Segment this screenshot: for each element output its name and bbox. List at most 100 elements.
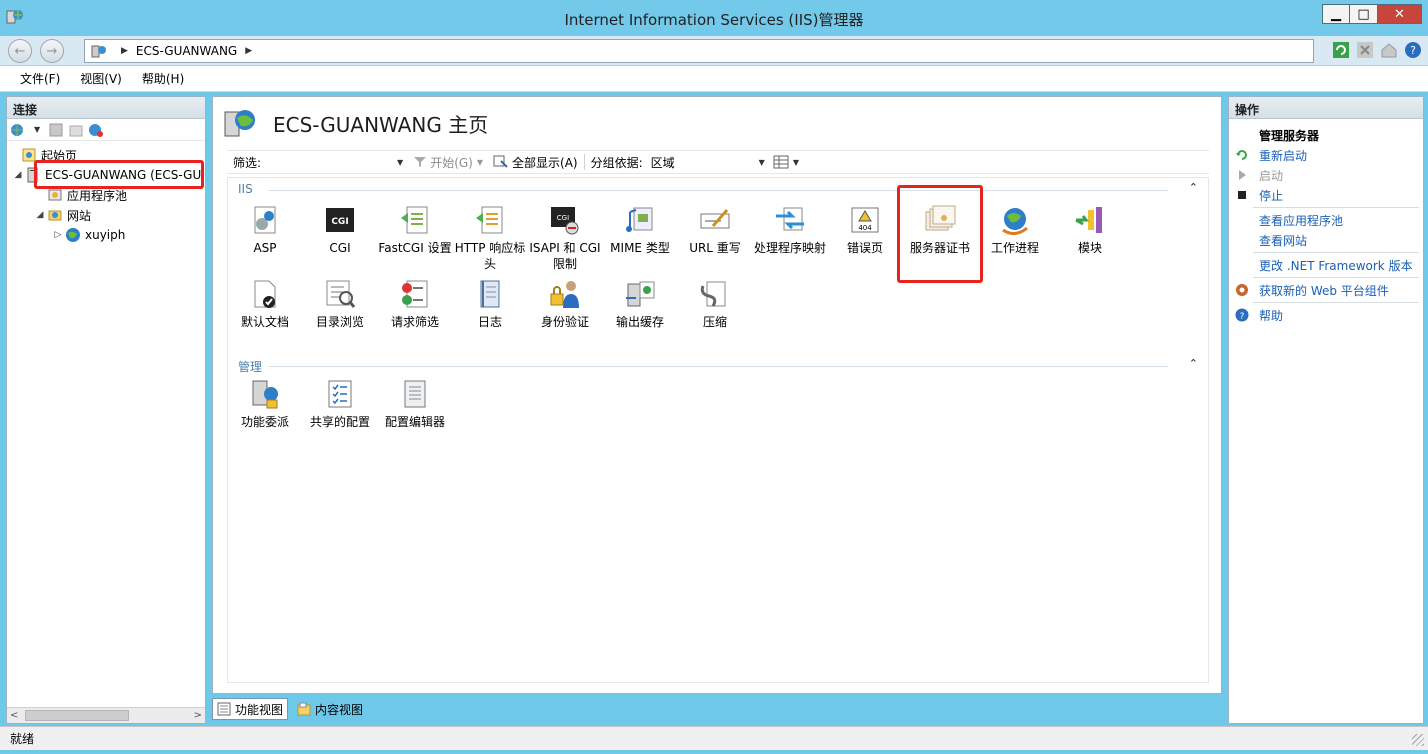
menu-help[interactable]: 帮助(H) <box>132 70 194 87</box>
show-all-button[interactable]: 全部显示(A) <box>493 154 578 171</box>
feature-authentication[interactable]: 身份验证 <box>528 278 602 330</box>
section-iis-header: IIS <box>238 182 253 196</box>
feature-cgi[interactable]: CGI CGI <box>303 204 377 256</box>
start-icon <box>1239 170 1246 180</box>
tree-item-site-xuyiph[interactable]: ▷ xuyiph <box>53 225 125 245</box>
save-icon[interactable] <box>48 122 64 138</box>
shared-config-icon <box>328 380 352 408</box>
feature-url-rewrite[interactable]: URL 重写 <box>678 204 752 256</box>
collapse-arrow-icon[interactable]: ◢ <box>35 210 45 220</box>
features-panel: ECS-GUANWANG 主页 筛选: ▼ 开始(G) ▼ 全部显示(A) 分组… <box>212 96 1222 694</box>
close-button[interactable]: ✕ <box>1378 4 1422 24</box>
forward-button[interactable]: → <box>40 39 64 63</box>
menu-file[interactable]: 文件(F) <box>10 70 70 87</box>
filter-label: 筛选: <box>233 155 262 170</box>
view-sites-label: 查看网站 <box>1259 233 1308 248</box>
connect-globe-icon[interactable] <box>10 122 26 138</box>
feature-label: 工作进程 <box>990 241 1039 255</box>
feature-mime[interactable]: MIME 类型 <box>603 204 677 256</box>
filter-dropdown-icon[interactable]: ▼ <box>397 158 403 167</box>
expand-arrow-icon[interactable]: ▷ <box>53 230 63 240</box>
feature-label: MIME 类型 <box>610 241 670 255</box>
handler-mappings-icon <box>776 207 804 231</box>
feature-compression[interactable]: 压缩 <box>678 278 752 330</box>
collapse-arrow-icon[interactable]: ◢ <box>13 170 23 180</box>
change-net-framework-label: 更改 .NET Framework 版本 <box>1259 258 1413 273</box>
cgi-icon: CGI <box>326 208 354 232</box>
tab-features-view[interactable]: 功能视图 <box>212 698 289 720</box>
restart-action[interactable]: 重新启动 <box>1229 145 1423 165</box>
get-web-components-action[interactable]: 获取新的 Web 平台组件 <box>1229 280 1423 300</box>
tab-content-view[interactable]: 内容视图 <box>292 698 368 720</box>
horizontal-scrollbar[interactable]: < > <box>7 707 205 723</box>
view-mode-icon[interactable] <box>773 155 789 169</box>
feature-worker-processes[interactable]: 工作进程 <box>978 204 1052 256</box>
tree-item-start-page[interactable]: 起始页 <box>21 145 77 165</box>
feature-request-filtering[interactable]: 请求筛选 <box>378 278 452 330</box>
scroll-right-icon[interactable]: > <box>194 710 202 721</box>
site-globe-icon <box>66 228 80 242</box>
feature-shared-config[interactable]: 共享的配置 <box>303 378 377 430</box>
disconnect-icon[interactable] <box>88 122 104 138</box>
menu-view[interactable]: 视图(V) <box>70 70 132 87</box>
view-mode-dropdown-icon[interactable]: ▼ <box>793 158 799 167</box>
collapse-management-icon[interactable]: ⌃ <box>1189 357 1198 370</box>
filter-input[interactable] <box>263 153 393 171</box>
go-button[interactable]: 开始(G) <box>413 154 473 171</box>
help-icon[interactable]: ? <box>1404 41 1422 59</box>
view-app-pools-action[interactable]: 查看应用程序池 <box>1229 210 1423 230</box>
feature-label: 输出缓存 <box>615 315 664 329</box>
feature-fastcgi[interactable]: FastCGI 设置 <box>378 204 452 256</box>
scroll-thumb[interactable] <box>25 710 129 721</box>
view-sites-action[interactable]: 查看网站 <box>1229 230 1423 250</box>
up-level-icon[interactable] <box>68 122 84 138</box>
scroll-left-icon[interactable]: < <box>10 710 18 721</box>
group-by-select[interactable]: 区域 <box>651 154 755 171</box>
connect-dropdown-icon[interactable]: ▼ <box>34 125 40 134</box>
feature-delegation[interactable]: 功能委派 <box>228 378 302 430</box>
feature-logging[interactable]: 日志 <box>453 278 527 330</box>
feature-http-headers[interactable]: HTTP 响应标头 <box>453 204 527 272</box>
feature-handler-mappings[interactable]: 处理程序映射 <box>753 204 827 256</box>
feature-default-document[interactable]: 默认文档 <box>228 278 302 330</box>
home-icon[interactable] <box>1380 41 1398 59</box>
group-by-dropdown-icon[interactable]: ▼ <box>759 158 765 167</box>
feature-server-certificates[interactable]: 服务器证书 <box>903 204 977 256</box>
collapse-iis-icon[interactable]: ⌃ <box>1189 181 1198 194</box>
start-action[interactable]: 启动 <box>1229 165 1423 185</box>
tree-item-server[interactable]: ◢ ECS-GUANWANG (ECS-GU <box>13 165 201 185</box>
feature-label: 错误页 <box>846 241 883 255</box>
tree-item-sites[interactable]: ◢ 网站 <box>35 205 91 225</box>
feature-isapi-cgi[interactable]: CGI ISAPI 和 CGI 限制 <box>528 204 602 272</box>
feature-label: 处理程序映射 <box>753 241 826 255</box>
breadcrumb-separator-icon[interactable]: ▶ <box>245 46 252 56</box>
feature-error-pages[interactable]: 404 错误页 <box>828 204 902 256</box>
tree-item-app-pools[interactable]: 应用程序池 <box>47 185 127 205</box>
stop-icon <box>1238 191 1246 199</box>
help-label: 帮助 <box>1259 308 1284 323</box>
address-bar[interactable]: ▶ ECS-GUANWANG ▶ <box>84 39 1314 63</box>
help-action[interactable]: ? 帮助 <box>1229 305 1423 325</box>
connections-panel: 连接 ▼ 起始页 ◢ ECS-GUANWANG (ECS-GU 应用程序池 ◢ … <box>6 96 206 724</box>
minimize-button[interactable]: ▁ <box>1322 4 1350 24</box>
server-certificates-icon <box>925 205 956 231</box>
change-net-framework-action[interactable]: 更改 .NET Framework 版本 <box>1229 255 1423 275</box>
feature-modules[interactable]: 模块 <box>1053 204 1127 256</box>
go-dropdown-icon[interactable]: ▼ <box>477 158 483 167</box>
feature-asp[interactable]: ASP <box>228 204 302 256</box>
feature-delegation-icon <box>252 380 278 409</box>
resize-grip-icon[interactable] <box>1412 734 1424 746</box>
stop-action[interactable]: 停止 <box>1229 185 1423 205</box>
back-button[interactable]: ← <box>8 39 32 63</box>
stop-icon[interactable] <box>1356 41 1374 59</box>
feature-config-editor[interactable]: 配置编辑器 <box>378 378 452 430</box>
breadcrumb-server[interactable]: ECS-GUANWANG <box>136 44 237 58</box>
maximize-button[interactable]: □ <box>1350 4 1378 24</box>
refresh-icon[interactable] <box>1332 41 1350 59</box>
feature-output-caching[interactable]: 输出缓存 <box>603 278 677 330</box>
svg-text:CGI: CGI <box>331 217 348 227</box>
feature-directory-browsing[interactable]: 目录浏览 <box>303 278 377 330</box>
server-icon <box>91 45 106 58</box>
content-view-icon <box>297 702 311 716</box>
request-filtering-icon <box>402 280 428 308</box>
